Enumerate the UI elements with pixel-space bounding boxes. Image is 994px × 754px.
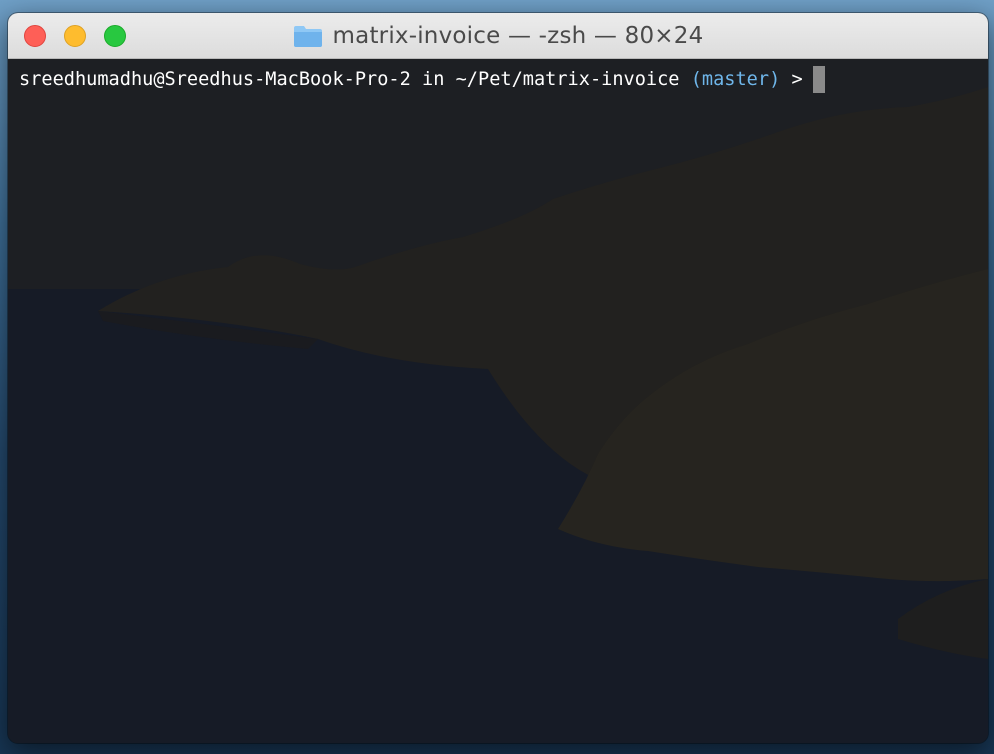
window-title-group: matrix-invoice — -zsh — 80×24 <box>8 13 988 59</box>
prompt-symbol: > <box>791 68 803 90</box>
terminal-window[interactable]: matrix-invoice — -zsh — 80×24 sreedhumad… <box>8 13 988 743</box>
wallpaper-scenery <box>8 59 988 743</box>
prompt-line: sreedhumadhu@Sreedhus-MacBook-Pro-2 in ~… <box>19 66 825 93</box>
prompt-user-host: sreedhumadhu@Sreedhus-MacBook-Pro-2 <box>19 68 411 90</box>
prompt-path: ~/Pet/matrix-invoice <box>455 68 680 90</box>
window-title: matrix-invoice — -zsh — 80×24 <box>332 23 704 49</box>
titlebar[interactable]: matrix-invoice — -zsh — 80×24 <box>8 13 988 59</box>
prompt-branch: (master) <box>690 68 781 90</box>
text-cursor[interactable] <box>812 66 825 93</box>
folder-icon <box>293 24 323 48</box>
terminal-content[interactable]: sreedhumadhu@Sreedhus-MacBook-Pro-2 in ~… <box>8 59 988 743</box>
prompt-in: in <box>422 68 445 90</box>
